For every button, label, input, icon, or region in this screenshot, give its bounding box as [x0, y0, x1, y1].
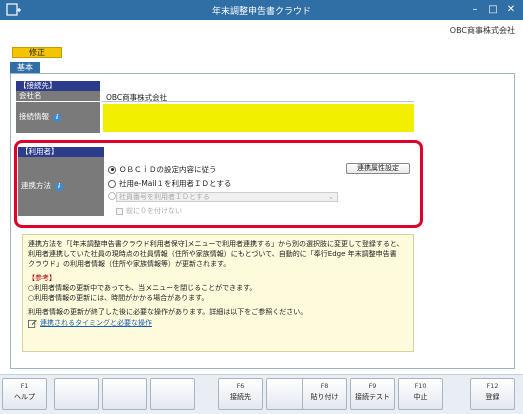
radio-option-email[interactable]: 社用e-Mail１を利用者ＩＤとする: [108, 178, 231, 189]
fkey-label: 接続テスト: [355, 393, 390, 401]
fkey-number: F8: [320, 382, 329, 390]
f4-button[interactable]: [150, 378, 195, 410]
employee-number-select: 社員番号を利用者ＩＤとする ⌄: [116, 192, 338, 202]
checkbox: [116, 207, 123, 215]
f3-button[interactable]: [102, 378, 147, 410]
help-link-row[interactable]: 連携されるタイミングと必要な操作: [28, 318, 408, 328]
link-attribute-settings-button[interactable]: 連携属性設定: [346, 163, 410, 174]
f12-register-button[interactable]: F12 登録: [470, 378, 515, 410]
connection-section-header: 【接続先】: [16, 81, 100, 91]
divider: [102, 101, 414, 102]
maximize-button[interactable]: □: [486, 3, 500, 17]
radio-button[interactable]: [108, 179, 116, 188]
fkey-label: 貼り付け: [310, 393, 339, 401]
info-icon[interactable]: i: [55, 183, 63, 191]
minimize-button[interactable]: –: [468, 3, 482, 17]
connection-info-label-text: 接続情報: [19, 112, 49, 121]
info-note: 連携方法を「[年末調整申告書クラウド利用者保守]メニューで利用者連携する」から別…: [22, 234, 414, 352]
radio-button-selected[interactable]: [108, 165, 116, 174]
connection-info-label: 接続情報 i: [16, 102, 100, 134]
radio-option-obcid[interactable]: ＯＢＣｉＤの設定内容に従う: [108, 164, 217, 175]
radio-option-obcid-label: ＯＢＣｉＤの設定内容に従う: [119, 165, 217, 174]
f6-connection-button[interactable]: F6 接続先: [218, 378, 263, 410]
f1-help-button[interactable]: F1 ヘルプ: [2, 378, 47, 410]
mode-badge: 修正: [12, 47, 62, 58]
fkey-number: F10: [414, 382, 427, 390]
fkey-number: F6: [236, 382, 245, 390]
f2-button[interactable]: [54, 378, 99, 410]
connection-info-field[interactable]: [103, 104, 414, 132]
fkey-label: 接続先: [230, 393, 251, 401]
fkey-label: ヘルプ: [14, 393, 35, 401]
info-icon[interactable]: i: [53, 114, 61, 122]
f10-cancel-button[interactable]: F10 中止: [398, 378, 443, 410]
note-reference-line: ○利用者情報の更新中であっても、当メニューを閉じることができます。: [28, 284, 257, 292]
help-link[interactable]: 連携されるタイミングと必要な操作: [40, 318, 152, 328]
edit-note-icon: [28, 319, 37, 328]
method-label: 連携方法 i: [18, 157, 104, 217]
close-button[interactable]: ✕: [504, 3, 518, 17]
fkey-number: F9: [368, 382, 377, 390]
fkey-number: F12: [486, 382, 499, 390]
note-body: 連携方法を「[年末調整申告書クラウド利用者保守]メニューで利用者連携する」から別…: [28, 240, 404, 268]
window-title: 年末調整申告書クラウド: [211, 7, 311, 17]
chevron-down-icon: ⌄: [328, 193, 334, 201]
fkey-label: 中止: [413, 393, 428, 401]
company-name: OBC商事株式会社: [449, 26, 515, 35]
fkey-number: F1: [20, 382, 29, 390]
fkey-label: 登録: [485, 393, 500, 401]
radio-button-disabled: [108, 192, 116, 200]
title-bar: 年末調整申告書クラウド – □ ✕: [0, 0, 523, 20]
f9-connection-test-button[interactable]: F9 接続テスト: [350, 378, 395, 410]
zero-pad-label: 前に０を付けない: [126, 207, 182, 215]
radio-option-email-label: 社用e-Mail１を利用者ＩＤとする: [119, 179, 232, 188]
company-label: 会社名: [16, 91, 100, 102]
employee-number-select-label: 社員番号を利用者ＩＤとする: [119, 193, 210, 201]
note-reference-line: ○利用者情報の更新には、時間がかかる場合があります。: [28, 294, 209, 302]
note-reference-heading: 【参考】: [28, 274, 56, 282]
zero-pad-checkbox: 前に０を付けない: [116, 206, 182, 216]
f8-paste-button[interactable]: F8 貼り付け: [302, 378, 347, 410]
user-section-header: 【利用者】: [18, 147, 104, 157]
note-footer: 利用者情報の更新が終了した後に必要な操作があります。詳細は以下をご参照ください。: [28, 308, 308, 316]
method-label-text: 連携方法: [21, 181, 51, 190]
